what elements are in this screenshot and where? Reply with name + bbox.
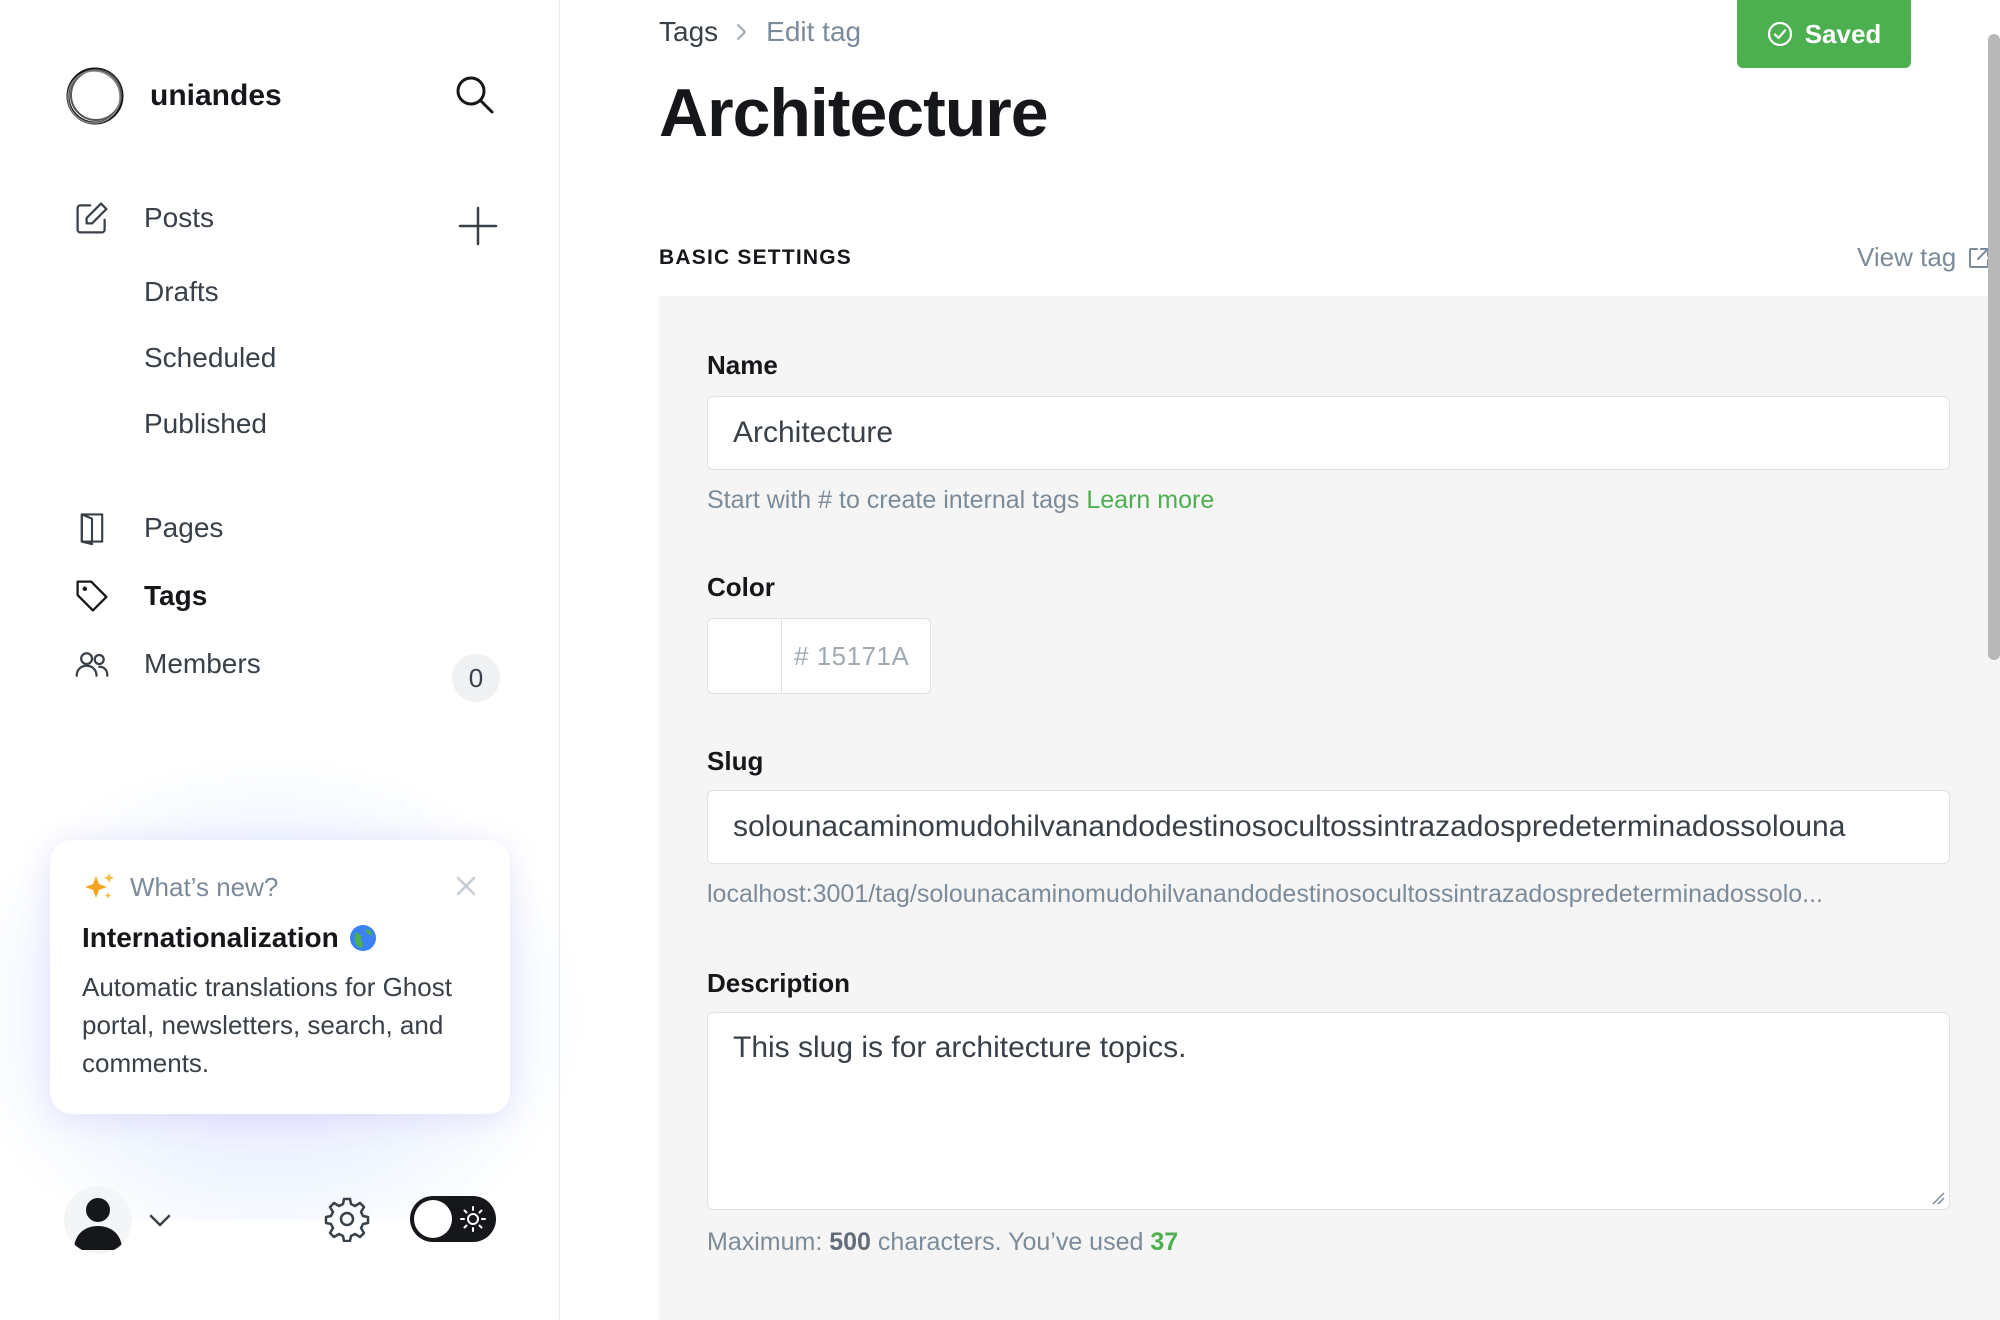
sidebar-item-label: Tags [144,580,208,611]
sidebar-item-label: Posts [144,202,215,233]
view-tag-label: View tag [1857,242,1957,272]
site-brand[interactable]: uniandes [64,64,282,128]
globe-icon [349,925,376,951]
whats-new-title: Internationalization [82,922,377,954]
color-swatch[interactable] [708,619,782,693]
close-icon[interactable] [452,872,480,900]
name-hint: Start with # to create internal tags Lea… [707,486,1214,515]
pages-icon [72,508,112,548]
sidebar-item-published[interactable]: Published [144,408,267,440]
sidebar-item-pages[interactable]: Pages [72,502,223,554]
resize-handle-icon[interactable] [1929,1189,1945,1205]
sparkles-icon [85,873,114,899]
slug-url-preview: localhost:3001/tag/solounacaminomudohilv… [707,880,1823,908]
edit-post-icon [72,198,112,238]
sidebar-item-drafts[interactable]: Drafts [144,276,219,308]
learn-more-link[interactable]: Learn more [1086,486,1214,514]
sidebar-item-label: Members [144,648,261,679]
sidebar-item-posts[interactable]: Posts [72,192,214,244]
user-avatar[interactable] [64,1186,132,1254]
chevron-right-icon [737,24,747,40]
sun-icon [460,1206,486,1232]
gear-icon[interactable] [324,1196,370,1243]
color-hex-placeholder: 15171A [816,640,910,671]
search-icon[interactable] [452,72,496,116]
basic-settings-panel: Name Architecture Start with # to create… [659,296,2000,1320]
name-input[interactable]: Architecture [707,396,1950,470]
page-scrollbar[interactable] [1988,34,2000,660]
description-hint: Maximum: 500 characters. You’ve used 37 [707,1228,1178,1257]
toggle-knob [414,1200,452,1238]
description-label: Description [707,968,851,998]
save-button[interactable]: Saved [1737,0,1911,68]
sidebar-item-label: Pages [144,512,224,543]
sidebar-item-members[interactable]: Members [72,638,261,690]
user-avatar-icon [74,1198,122,1250]
members-icon [72,644,112,684]
description-used-count: 37 [1150,1228,1179,1256]
new-post-plus-icon[interactable] [456,204,500,248]
sidebar-item-tags[interactable]: Tags [72,570,207,622]
whats-new-card[interactable]: What’s new? Internationalization Automat… [50,840,510,1114]
breadcrumb-tags-link[interactable]: Tags [659,16,718,48]
description-max: 500 [829,1228,871,1256]
description-textarea[interactable]: This slug is for architecture topics. [707,1012,1950,1210]
description-hint-prefix: Maximum: [707,1228,823,1256]
section-heading: BASIC SETTINGS [659,246,852,269]
color-hex-input[interactable]: # 15171A [782,619,909,693]
name-label: Name [707,350,778,380]
tag-icon [72,576,112,616]
members-count-badge: 0 [452,654,500,702]
breadcrumb-current: Edit tag [766,16,862,47]
color-label: Color [707,572,775,602]
description-text: This slug is for architecture topics. [733,1031,1187,1064]
breadcrumb: Tags Edit tag [659,16,861,48]
whats-new-title-text: Internationalization [82,922,339,953]
description-hint-middle: characters. You’ve used [877,1228,1144,1256]
main-content: Tags Edit tag Architecture Saved BASIC S… [561,0,2000,1320]
whats-new-header: What’s new? [82,870,278,904]
check-circle-icon [1767,21,1792,47]
chevron-down-icon[interactable] [146,1206,174,1234]
view-tag-link[interactable]: View tag [1857,242,1992,273]
sidebar-item-scheduled[interactable]: Scheduled [144,342,276,374]
color-hash-symbol: # [794,640,809,671]
site-name: uniandes [150,79,282,112]
page-title: Architecture [659,75,1049,151]
whats-new-heading: What’s new? [130,871,279,902]
slug-label: Slug [707,746,764,776]
slug-input[interactable]: solounacaminomudohilvanandodestinosocult… [707,790,1950,864]
sidebar: uniandes Posts Drafts Scheduled Publishe… [0,0,580,1320]
save-button-label: Saved [1804,18,1882,49]
site-logo-icon [66,67,124,125]
color-field[interactable]: # 15171A [707,618,931,694]
whats-new-body: Automatic translations for Ghost portal,… [82,972,452,1078]
name-hint-text: Start with # to create internal tags [707,486,1080,514]
dark-mode-toggle[interactable] [410,1196,496,1242]
